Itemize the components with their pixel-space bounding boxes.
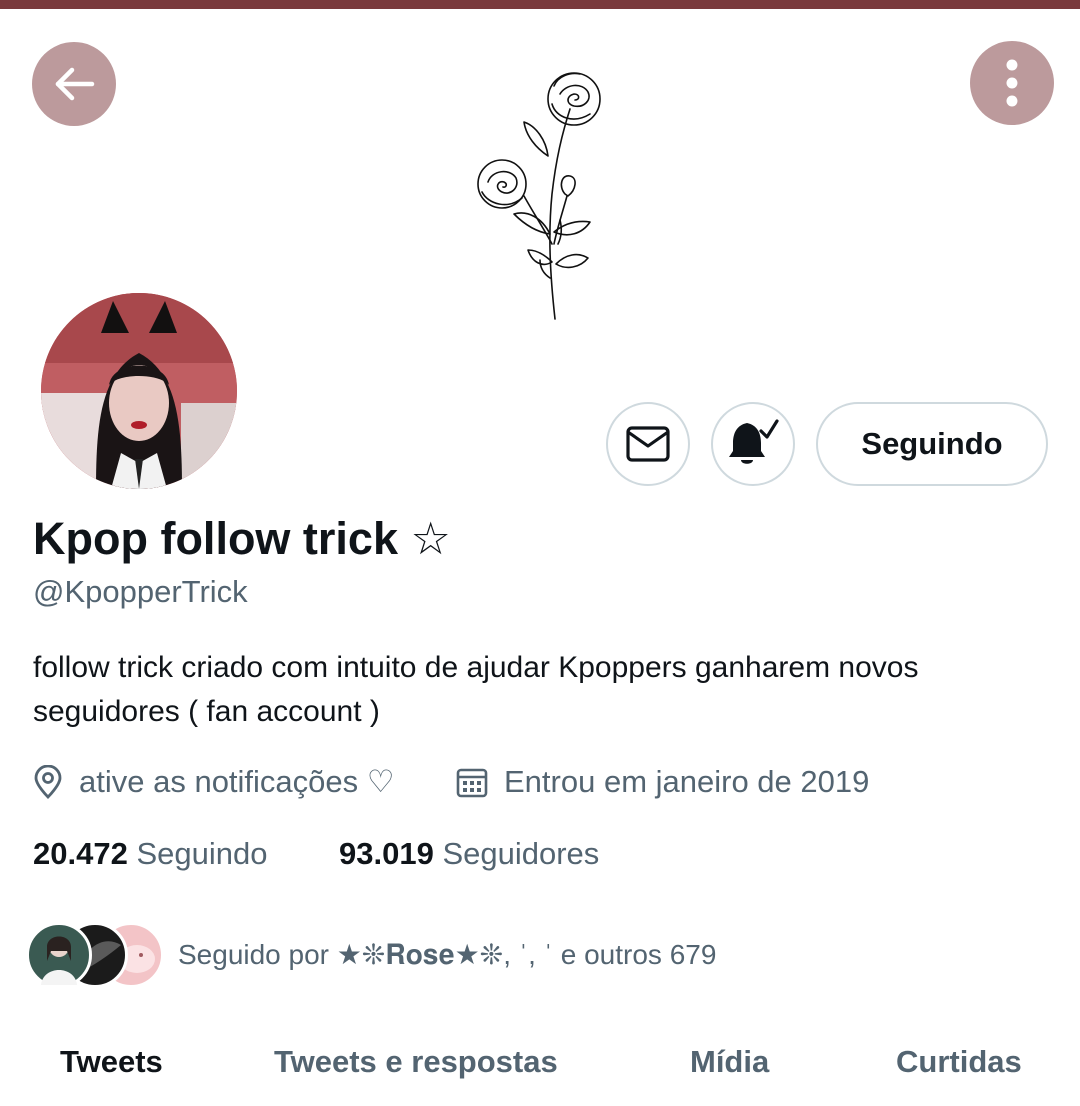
joined-text: Entrou em janeiro de 2019	[504, 764, 870, 799]
top-color-strip	[0, 0, 1080, 9]
avatar-image	[41, 293, 237, 489]
following-button[interactable]: Seguindo	[816, 402, 1048, 486]
profile-avatar[interactable]	[38, 290, 240, 492]
tab-likes[interactable]: Curtidas	[896, 1044, 1022, 1080]
following-stat[interactable]: 20.472 Seguindo	[33, 836, 267, 872]
bell-check-icon	[729, 419, 779, 464]
message-button[interactable]	[606, 402, 690, 486]
arrow-left-icon	[55, 67, 95, 101]
tab-tweets-and-replies[interactable]: Tweets e respostas	[274, 1044, 558, 1080]
followers-stat[interactable]: 93.019 Seguidores	[339, 836, 599, 872]
follower-avatar	[26, 922, 92, 988]
more-options-button[interactable]	[970, 41, 1054, 125]
notifications-button[interactable]	[711, 402, 795, 486]
display-name: Kpop follow trick ☆	[33, 513, 451, 564]
following-label: Seguindo	[136, 836, 268, 871]
profile-bio: follow trick criado com intuito de ajuda…	[33, 651, 919, 728]
tab-tweets[interactable]: Tweets	[60, 1044, 163, 1080]
followed-by-text: Seguido por ★❊𝐑𝐨𝐬𝐞★❊, ˈ, ˈ e outros 679	[178, 939, 717, 970]
followed-by-row[interactable]: Seguido por ★❊𝐑𝐨𝐬𝐞★❊, ˈ, ˈ e outros 679	[26, 920, 716, 990]
location-pin-icon	[34, 765, 62, 799]
rose-illustration	[477, 72, 601, 320]
back-button[interactable]	[32, 42, 116, 126]
profile-banner[interactable]	[0, 9, 1080, 329]
envelope-icon	[626, 426, 670, 462]
following-count: 20.472	[33, 836, 128, 871]
followers-label: Seguidores	[442, 836, 600, 871]
profile-handle: @KpopperTrick	[33, 574, 248, 609]
more-vertical-icon	[1006, 59, 1018, 107]
profile-joined-date: Entrou em janeiro de 2019	[456, 760, 869, 804]
profile-tabs: Tweets Tweets e respostas Mídia Curtidas	[0, 1030, 1080, 1106]
location-text: ative as notificações ♡	[79, 764, 395, 799]
calendar-icon	[456, 768, 488, 798]
profile-location: ative as notificações ♡	[33, 760, 395, 804]
followers-count: 93.019	[339, 836, 434, 871]
tab-media[interactable]: Mídia	[690, 1044, 769, 1080]
